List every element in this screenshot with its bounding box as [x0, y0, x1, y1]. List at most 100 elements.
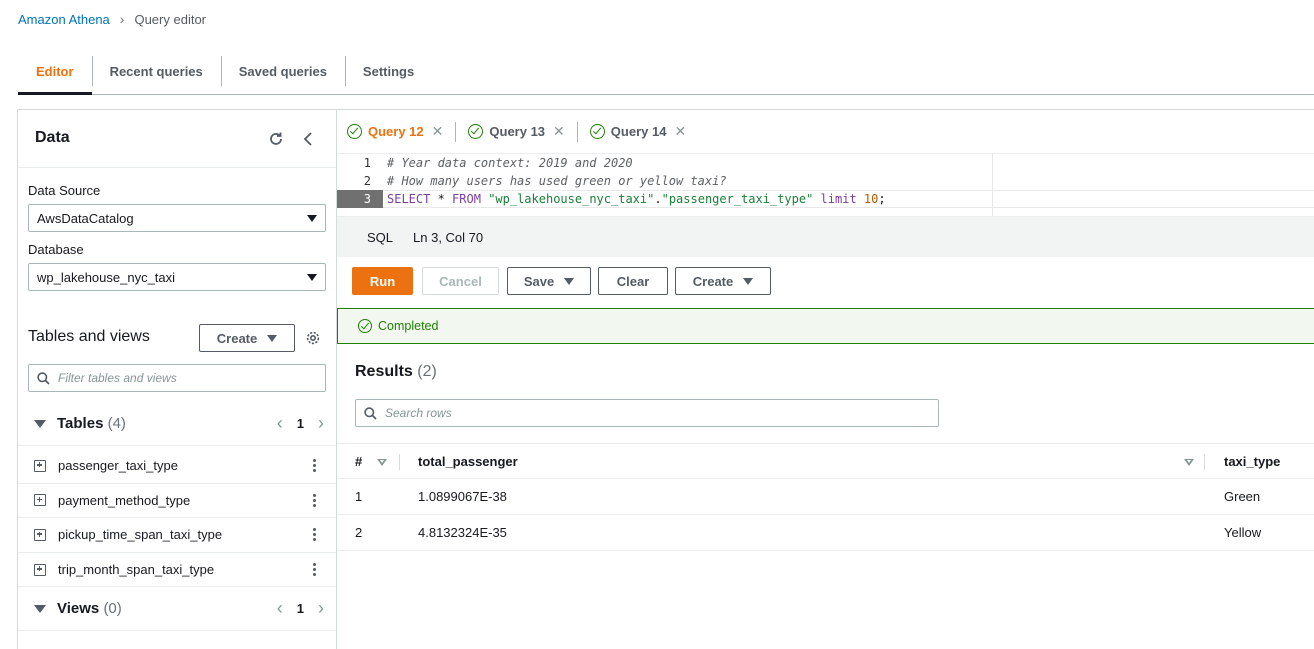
- more-options-icon[interactable]: [313, 528, 316, 542]
- breadcrumb-link-athena[interactable]: Amazon Athena: [18, 12, 110, 27]
- code-line-current: 3 SELECT * FROM "wp_lakehouse_nyc_taxi".…: [337, 190, 1314, 208]
- query-tab[interactable]: Query 12 ✕: [347, 122, 451, 142]
- data-panel: Data Data Source AwsDataCatalog Database…: [17, 109, 337, 649]
- breadcrumb-current: Query editor: [134, 11, 207, 27]
- expand-plus-icon[interactable]: [34, 563, 46, 576]
- database-select[interactable]: wp_lakehouse_nyc_taxi: [28, 263, 326, 291]
- tab-recent-queries[interactable]: Recent queries: [91, 48, 221, 94]
- create-button-label: Create: [692, 273, 734, 289]
- table-row[interactable]: payment_method_type: [18, 484, 336, 519]
- close-icon[interactable]: ✕: [553, 123, 565, 140]
- cancel-button[interactable]: Cancel: [422, 267, 499, 295]
- caret-down-icon: [743, 277, 754, 285]
- chevron-left-icon[interactable]: ‹: [277, 413, 283, 434]
- more-options-icon[interactable]: [313, 459, 316, 473]
- query-tab-label: Query 12: [368, 124, 424, 139]
- table-name: trip_month_span_taxi_type: [58, 562, 215, 578]
- sql-code-editor[interactable]: 1 # Year data context: 2019 and 2020 2 #…: [337, 154, 1314, 216]
- tables-section-title: Tables (4): [57, 415, 126, 432]
- filter-tables-field[interactable]: [58, 371, 303, 385]
- check-circle-icon: [347, 124, 362, 139]
- chevron-left-icon[interactable]: ‹: [277, 598, 283, 619]
- filter-tables-input[interactable]: [28, 364, 326, 392]
- gear-icon[interactable]: [305, 330, 321, 349]
- collapse-panel-icon[interactable]: [302, 131, 314, 150]
- expand-plus-icon[interactable]: [34, 494, 46, 507]
- sql-keyword: limit: [820, 192, 857, 206]
- query-editor-area: Query 12 ✕ Query 13 ✕ Query 14 ✕ 1 # Yea…: [337, 109, 1314, 649]
- run-button[interactable]: Run: [352, 267, 413, 295]
- more-options-icon[interactable]: [313, 563, 316, 577]
- save-button[interactable]: Save: [507, 267, 591, 295]
- cursor-position: Ln 3, Col 70: [413, 229, 484, 245]
- tab-settings[interactable]: Settings: [344, 48, 432, 94]
- sql-space: [857, 192, 864, 206]
- sort-caret-icon[interactable]: [1184, 459, 1194, 466]
- table-row[interactable]: 1 1.0899067E-38 Green: [337, 479, 1314, 515]
- create-table-button[interactable]: Create: [199, 324, 295, 352]
- sql-token: *: [430, 192, 453, 206]
- tables-section-header[interactable]: Tables (4) ‹ 1 ›: [18, 402, 336, 446]
- search-rows-field[interactable]: [385, 406, 873, 420]
- query-tab[interactable]: Query 13 ✕: [455, 121, 572, 142]
- query-tab[interactable]: Query 14 ✕: [576, 121, 694, 142]
- column-divider[interactable]: [1204, 454, 1205, 470]
- table-row[interactable]: pickup_time_span_taxi_type: [18, 518, 336, 553]
- table-name: pickup_time_span_taxi_type: [58, 527, 223, 543]
- query-tabs: Query 12 ✕ Query 13 ✕ Query 14 ✕: [337, 110, 1314, 154]
- table-row[interactable]: trip_month_span_taxi_type: [18, 553, 336, 588]
- close-icon[interactable]: ✕: [432, 123, 444, 140]
- check-circle-icon: [589, 124, 605, 139]
- code-line: 2 # How many users has used green or yel…: [337, 172, 1314, 190]
- expand-plus-icon[interactable]: [34, 528, 46, 541]
- query-tab-label: Query 13: [489, 124, 546, 139]
- create-button[interactable]: Create: [675, 267, 771, 295]
- total-passenger-cell: 1.0899067E-38: [418, 489, 507, 504]
- code-text: # How many users has used green or yello…: [387, 174, 727, 188]
- sql-number: 10: [863, 192, 879, 206]
- chevron-right-icon[interactable]: ›: [318, 598, 324, 619]
- row-index: 1: [355, 489, 363, 504]
- caret-down-icon: [267, 334, 278, 342]
- caret-down-icon: [564, 277, 575, 285]
- views-label: Views: [57, 600, 100, 617]
- caret-down-icon: [307, 214, 317, 222]
- results-title: Results (2): [355, 363, 437, 381]
- column-header-total-passenger[interactable]: total_passenger: [418, 444, 518, 478]
- data-source-select[interactable]: AwsDataCatalog: [28, 204, 326, 232]
- database-label: Database: [28, 242, 84, 257]
- column-header-index[interactable]: #: [355, 444, 362, 478]
- taxi-type-cell: Yellow: [1224, 525, 1262, 540]
- sort-caret-icon[interactable]: [377, 459, 387, 466]
- code-line: 1 # Year data context: 2019 and 2020: [337, 154, 1314, 172]
- views-section-title: Views (0): [57, 600, 122, 617]
- table-name: passenger_taxi_type: [58, 458, 178, 474]
- refresh-icon[interactable]: [268, 131, 284, 150]
- table-row[interactable]: passenger_taxi_type: [18, 449, 336, 484]
- code-text: # Year data context: 2019 and 2020: [387, 156, 633, 170]
- views-section-header[interactable]: Views (0) ‹ 1 ›: [18, 587, 336, 631]
- line-number: 2: [363, 174, 371, 188]
- data-panel-header: Data: [18, 110, 336, 168]
- views-page-number[interactable]: 1: [297, 601, 304, 616]
- clear-button[interactable]: Clear: [598, 267, 668, 295]
- tables-page-number[interactable]: 1: [297, 416, 304, 431]
- query-status-text: Completed: [378, 319, 439, 333]
- tab-editor[interactable]: Editor: [18, 48, 92, 95]
- more-options-icon[interactable]: [313, 493, 316, 507]
- column-divider[interactable]: [399, 454, 400, 470]
- views-count: (0): [103, 600, 122, 617]
- column-header-taxi-type[interactable]: taxi_type: [1224, 444, 1280, 478]
- search-rows-input[interactable]: [355, 399, 939, 427]
- check-circle-icon: [358, 319, 372, 333]
- create-table-label: Create: [216, 330, 258, 346]
- table-row[interactable]: 2 4.8132324E-35 Yellow: [337, 515, 1314, 551]
- expand-plus-icon[interactable]: [34, 459, 46, 472]
- print-margin: [992, 154, 993, 218]
- check-circle-icon: [468, 124, 484, 139]
- chevron-right-icon[interactable]: ›: [318, 413, 324, 434]
- tables-count: (4): [107, 415, 126, 432]
- tab-saved-queries[interactable]: Saved queries: [220, 48, 345, 94]
- table-name: payment_method_type: [58, 492, 191, 508]
- close-icon[interactable]: ✕: [674, 123, 686, 140]
